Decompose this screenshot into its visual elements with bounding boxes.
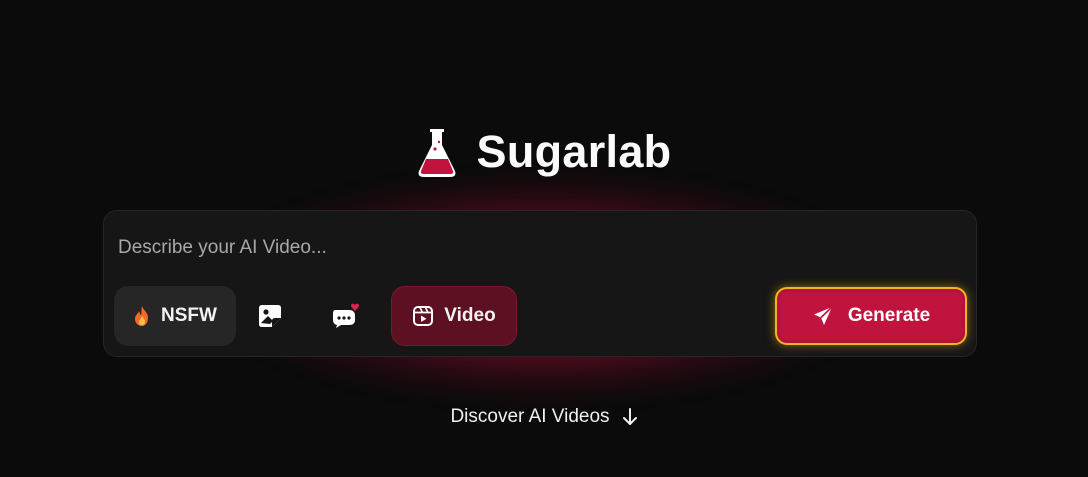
video-icon bbox=[413, 306, 434, 326]
generate-label: Generate bbox=[847, 305, 931, 326]
flask-icon bbox=[418, 129, 455, 177]
arrow-down-icon bbox=[622, 408, 637, 425]
nsfw-toggle-button[interactable]: NSFW bbox=[114, 286, 236, 346]
video-label: Video bbox=[444, 305, 496, 326]
nsfw-label: NSFW bbox=[161, 305, 217, 326]
prompt-input[interactable] bbox=[118, 233, 758, 263]
page: Sugarlab NSFW bbox=[0, 0, 1088, 477]
generate-button[interactable]: Generate bbox=[775, 287, 967, 345]
discover-label: Discover AI Videos bbox=[450, 406, 610, 427]
chat-heart-icon bbox=[333, 303, 359, 328]
flame-icon bbox=[135, 306, 149, 326]
brand-header: Sugarlab bbox=[0, 122, 1088, 182]
send-icon bbox=[813, 306, 833, 325]
prompt-card: NSFW bbox=[103, 210, 977, 357]
video-mode-button[interactable]: Video bbox=[391, 286, 517, 346]
image-mode-button[interactable] bbox=[240, 286, 300, 346]
discover-link[interactable]: Discover AI Videos bbox=[0, 402, 1088, 432]
image-sticker-icon bbox=[259, 305, 281, 327]
brand-title: Sugarlab bbox=[476, 126, 672, 177]
chat-mode-button[interactable] bbox=[316, 286, 376, 346]
